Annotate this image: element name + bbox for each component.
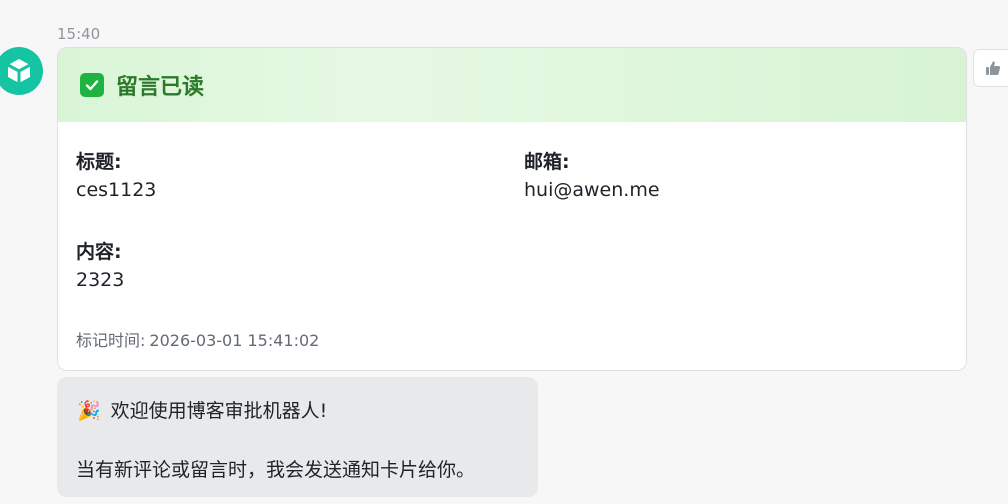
- message-read-card: 留言已读 标题: ces1123 邮箱: hui@awen.me 内容: 232…: [57, 47, 967, 371]
- title-label: 标题:: [76, 151, 122, 173]
- content-value: 2323: [76, 269, 125, 291]
- checkbox-icon: [80, 73, 104, 97]
- thumbs-up-icon: [986, 61, 1001, 75]
- card-title: 留言已读: [116, 75, 205, 100]
- message-timestamp: 15:40: [57, 25, 101, 43]
- welcome-line-2: 当有新评论或留言时，我会发送通知卡片给你。: [76, 459, 476, 481]
- party-popper-icon: 🎉: [77, 400, 101, 422]
- title-value: ces1123: [76, 179, 157, 201]
- content-label: 内容:: [76, 241, 122, 263]
- marked-time-label: 标记时间:: [76, 331, 146, 350]
- card-header: 留言已读: [58, 48, 966, 122]
- welcome-title-text: 欢迎使用博客审批机器人!: [110, 400, 328, 422]
- email-value: hui@awen.me: [524, 179, 660, 201]
- bot-avatar[interactable]: [0, 47, 43, 95]
- email-label: 邮箱:: [524, 151, 570, 173]
- cube-icon: [7, 59, 31, 83]
- welcome-message-bubble: 🎉 欢迎使用博客审批机器人! 当有新评论或留言时，我会发送通知卡片给你。: [57, 377, 538, 497]
- marked-time: 标记时间: 2026-03-01 15:41:02: [76, 327, 323, 351]
- welcome-line-1: 🎉 欢迎使用博客审批机器人!: [77, 396, 327, 423]
- marked-time-value: 2026-03-01 15:41:02: [149, 331, 320, 350]
- like-button[interactable]: [973, 49, 1008, 87]
